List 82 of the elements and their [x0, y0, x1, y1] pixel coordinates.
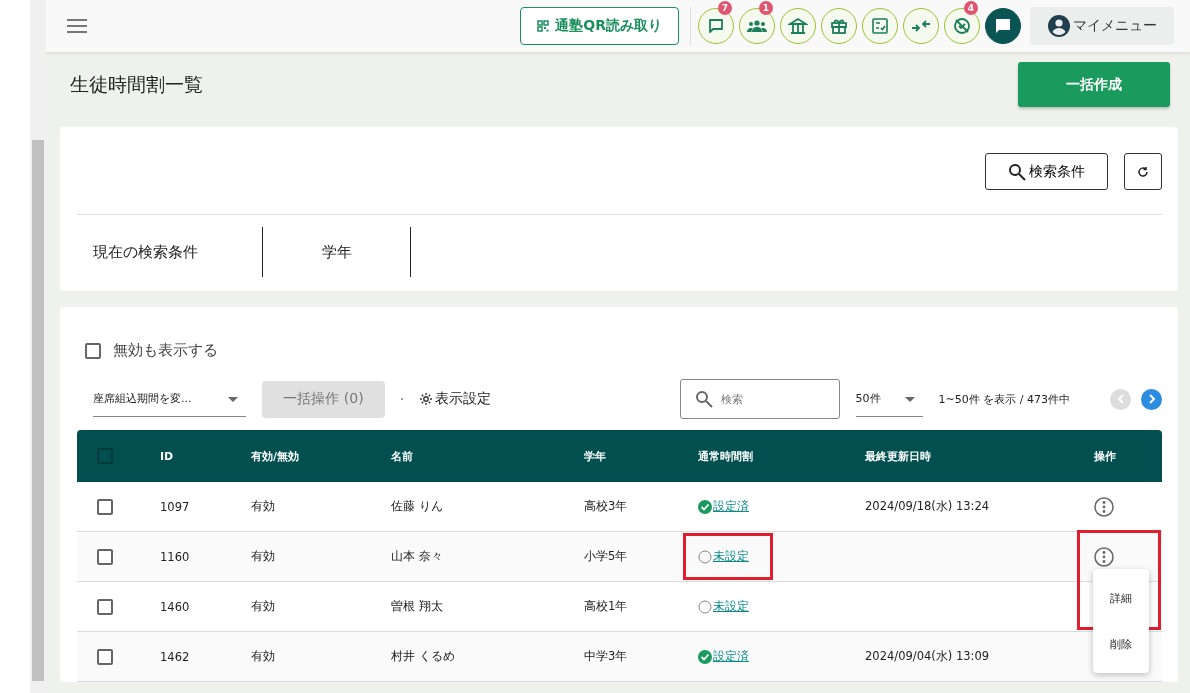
chevron-left-icon [1116, 394, 1125, 404]
column-header: 名前 [391, 448, 413, 464]
timetable-link[interactable]: 未設定 [713, 598, 749, 615]
more-options-button[interactable] [1094, 546, 1114, 567]
menu-item[interactable]: 削除 [1093, 621, 1149, 667]
table-cell: 1097 [160, 499, 190, 514]
search-conditions-button[interactable]: 検索条件 [985, 153, 1108, 190]
column-header: 操作 [1094, 448, 1116, 464]
more-options-button[interactable] [1094, 496, 1114, 517]
row-checkbox[interactable] [97, 498, 113, 515]
menu-icon[interactable] [67, 19, 87, 33]
settings-icon [419, 392, 433, 406]
table-cell: 佐藤 りん [391, 499, 443, 514]
column-header: 最終更新日時 [865, 448, 931, 464]
checklist-icon [871, 17, 889, 35]
search-icon [1008, 162, 1026, 181]
empty-circle-icon [698, 599, 712, 614]
people-icon [747, 19, 767, 33]
column-header: 有効/無効 [251, 448, 300, 464]
check-circle-icon [698, 499, 712, 514]
table-cell: 曽根 翔太 [391, 599, 443, 614]
table-cell: 1462 [160, 649, 190, 664]
message-dark-icon-button[interactable] [985, 8, 1021, 44]
timetable-link[interactable]: 設定済 [713, 498, 749, 515]
table-cell: 2024/09/04(水) 13:09 [865, 649, 990, 664]
search-field[interactable]: 検索 [679, 379, 840, 419]
column-header: 学年 [584, 448, 606, 464]
arrows-icon [911, 18, 931, 34]
table-cell: 小学5年 [584, 549, 628, 564]
table-cell: 有効 [251, 499, 275, 514]
range-text: 1~50件 を表示 / 473件中 [938, 391, 1070, 407]
filter-label: 学年 [263, 227, 411, 277]
crossed-check-icon [952, 16, 972, 36]
building-icon [788, 17, 808, 35]
count-badge: 7 [718, 1, 732, 15]
table-cell: 有効 [251, 599, 275, 614]
table-cell: 中学3年 [584, 649, 628, 664]
table-cell: 1160 [160, 549, 190, 564]
display-settings-button[interactable]: 表示設定 [419, 390, 491, 408]
count-badge: 1 [759, 1, 773, 15]
scrollbar[interactable] [30, 0, 46, 693]
bulk-create-button[interactable]: 一括作成 [1018, 62, 1170, 107]
more-vertical-icon [1094, 546, 1114, 567]
gift-icon [830, 17, 848, 35]
row-checkbox[interactable] [97, 648, 113, 665]
refresh-button[interactable] [1124, 153, 1162, 190]
refresh-icon [1137, 165, 1149, 178]
school-icon-button[interactable] [780, 8, 816, 44]
table-cell: 1460 [160, 599, 190, 614]
next-page-button[interactable] [1141, 388, 1162, 410]
table-cell: 高校1年 [584, 599, 628, 614]
timetable-link[interactable]: 未設定 [713, 548, 749, 565]
table-cell: 2024/09/18(水) 13:24 [865, 499, 990, 514]
checklist-icon-button[interactable] [862, 8, 898, 44]
gift-icon-button[interactable] [821, 8, 857, 44]
more-vertical-icon [1094, 496, 1114, 517]
period-select[interactable]: 座席組込期間を変... [93, 381, 246, 417]
current-conditions-label: 現在の検索条件 [77, 227, 263, 277]
column-header: 通常時間割 [698, 448, 753, 464]
timetable-link[interactable]: 設定済 [713, 648, 749, 665]
table-cell: 山本 奈々 [391, 549, 443, 564]
table-cell: 有効 [251, 649, 275, 664]
page-title: 生徒時間割一覧 [70, 72, 203, 97]
table-cell: 有効 [251, 549, 275, 564]
row-checkbox[interactable] [97, 548, 113, 565]
table-cell: 村井 くるめ [391, 649, 455, 664]
qr-scan-button[interactable]: 通塾QR読み取り [520, 7, 679, 45]
user-avatar-icon [1047, 15, 1070, 37]
chat-bubble-icon [707, 17, 725, 35]
table-cell: 高校3年 [584, 499, 628, 514]
column-header: ID [160, 449, 174, 463]
merge-icon-button[interactable] [903, 8, 939, 44]
message-icon [994, 17, 1012, 35]
row-checkbox[interactable] [97, 598, 113, 615]
menu-item[interactable]: 詳細 [1093, 575, 1149, 621]
my-menu-button[interactable]: マイメニュー [1030, 7, 1174, 45]
chevron-right-icon [1147, 394, 1156, 404]
per-page-select[interactable]: 50件 [855, 381, 923, 417]
check-circle-icon [698, 649, 712, 664]
empty-circle-icon [698, 549, 712, 564]
count-badge: 4 [964, 1, 978, 15]
qr-code-icon [537, 20, 550, 32]
